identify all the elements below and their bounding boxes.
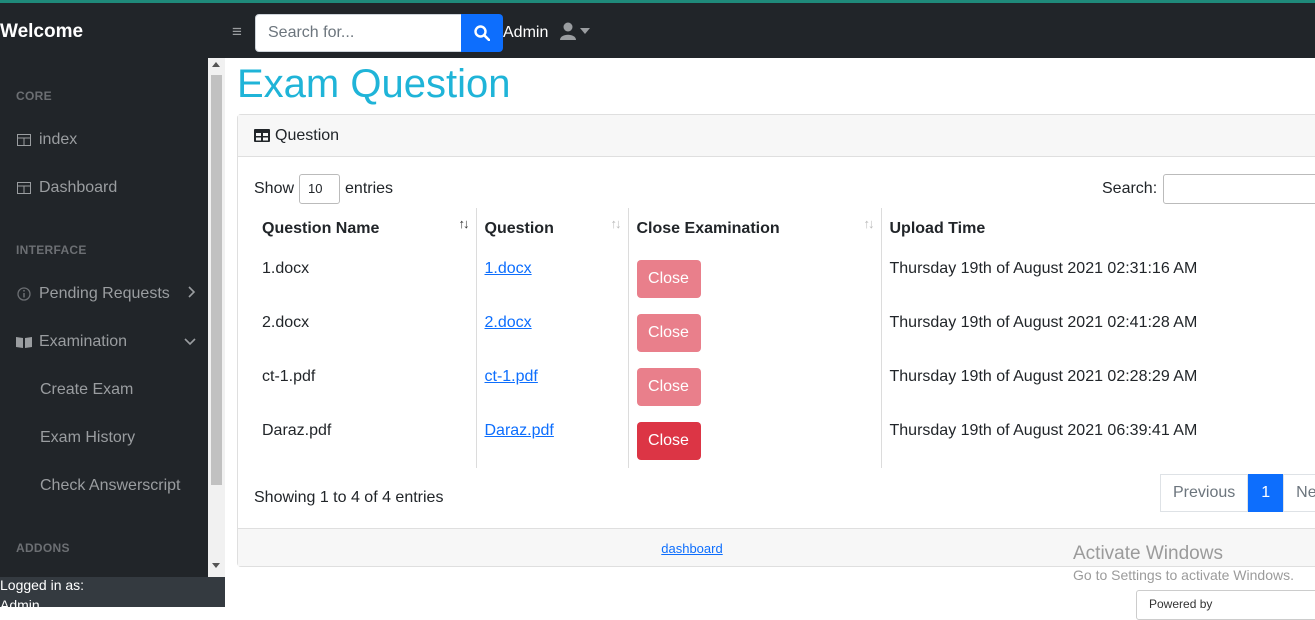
sidebar-item-label: Examination xyxy=(39,333,128,350)
scroll-down-icon[interactable] xyxy=(212,563,220,568)
question-name-cell: ct-1.pdf xyxy=(262,368,316,385)
watermark-title: Activate Windows xyxy=(1073,543,1223,564)
sidebar-item-label: Pending Requests xyxy=(39,285,170,302)
table-row: 1.docx 1.docx Close Thursday 19th of Aug… xyxy=(254,252,1315,306)
chevron-down-icon xyxy=(184,333,196,351)
sidebar-toggle-icon[interactable]: ≡ xyxy=(232,22,242,42)
search-button[interactable] xyxy=(461,14,503,52)
main-content: Exam Question Question Show 10 entries S… xyxy=(225,58,1315,607)
table-icon xyxy=(16,180,32,196)
user-dropdown[interactable] xyxy=(560,22,590,40)
book-open-icon xyxy=(16,334,32,350)
powered-by-label: Powered by xyxy=(1149,597,1213,611)
sidebar-heading-interface: INTERFACE xyxy=(16,243,87,257)
close-exam-button[interactable]: Close xyxy=(636,260,701,298)
activate-windows-watermark: Activate Windows Go to Settings to activ… xyxy=(1073,543,1294,583)
entries-label: entries xyxy=(345,180,394,197)
column-header-question[interactable]: Question ↑↓ xyxy=(475,208,628,252)
top-navbar: Welcome ≡ Search for... Admin xyxy=(0,0,1315,58)
table-search-label: Search: xyxy=(1102,180,1158,197)
sidebar-item-label: Dashboard xyxy=(39,179,118,196)
admin-label: Admin xyxy=(503,24,549,41)
card-header: Question xyxy=(238,115,1315,157)
question-name-cell: 2.docx xyxy=(262,314,310,331)
chevron-right-icon xyxy=(188,285,196,303)
sidebar-heading-addons: ADDONS xyxy=(16,541,70,555)
table-search-control: Search: xyxy=(1102,174,1315,204)
info-circle-icon xyxy=(16,286,32,302)
scroll-thumb[interactable] xyxy=(211,75,222,485)
powered-by-badge[interactable]: Powered by xyxy=(1136,590,1315,620)
pagination-page-1[interactable]: 1 xyxy=(1248,474,1284,512)
upload-time-cell: Thursday 19th of August 2021 06:39:41 AM xyxy=(880,414,1315,468)
close-exam-button[interactable]: Close xyxy=(636,368,701,406)
question-table: Question Name ↑↓ Question ↑↓ Close Examina… xyxy=(254,208,1315,468)
pagination-previous[interactable]: Previous xyxy=(1160,474,1249,512)
brand-title[interactable]: Welcome xyxy=(0,21,83,43)
question-file-link[interactable]: 2.docx xyxy=(485,314,532,331)
sidebar-footer: Logged in as: Admin xyxy=(0,577,225,607)
sort-asc-icon: ↑↓ xyxy=(458,216,470,231)
column-header-upload-time[interactable]: Upload Time xyxy=(880,208,1315,252)
sidebar-item-examination[interactable]: Examination xyxy=(16,330,196,354)
card-header-title: Question xyxy=(275,126,340,144)
sort-icon: ↑↓ xyxy=(863,216,875,231)
question-name-cell: 1.docx xyxy=(262,260,310,277)
table-icon xyxy=(16,132,32,148)
sidebar-subitem-create-exam[interactable]: Create Exam xyxy=(40,381,133,399)
sidebar-heading-core: CORE xyxy=(16,89,52,103)
question-file-link[interactable]: 1.docx xyxy=(485,260,532,277)
pagination: Previous 1 Nex xyxy=(1160,474,1315,512)
upload-time-cell: Thursday 19th of August 2021 02:28:29 AM xyxy=(880,360,1315,414)
logged-in-label: Logged in as: xyxy=(0,577,85,593)
table-row: Daraz.pdf Daraz.pdf Close Thursday 19th … xyxy=(254,414,1315,468)
close-exam-button[interactable]: Close xyxy=(636,422,701,460)
sidebar-item-label: index xyxy=(39,131,78,148)
show-label: Show xyxy=(254,180,295,197)
pagination-next[interactable]: Nex xyxy=(1283,474,1315,512)
table-row: 2.docx 2.docx Close Thursday 19th of Aug… xyxy=(254,306,1315,360)
entries-length-control: Show 10 entries xyxy=(254,174,393,204)
question-name-cell: Daraz.pdf xyxy=(262,422,332,439)
question-file-link[interactable]: ct-1.pdf xyxy=(485,368,538,385)
close-exam-button[interactable]: Close xyxy=(636,314,701,352)
page-title: Exam Question xyxy=(237,62,511,106)
sidebar-scrollbar[interactable] xyxy=(208,58,225,577)
caret-down-icon xyxy=(580,28,590,34)
dashboard-link[interactable]: dashboard xyxy=(661,541,722,556)
upload-time-cell: Thursday 19th of August 2021 02:41:28 AM xyxy=(880,306,1315,360)
scroll-up-icon[interactable] xyxy=(212,62,220,67)
sidebar: CORE index Dashboard INTERFACE Pending R… xyxy=(0,58,225,607)
upload-time-cell: Thursday 19th of August 2021 02:31:16 AM xyxy=(880,252,1315,306)
search-input[interactable]: Search for... xyxy=(255,14,462,52)
table-info: Showing 1 to 4 of 4 entries xyxy=(254,489,444,506)
sidebar-item-index[interactable]: index xyxy=(16,128,196,152)
sidebar-item-pending-requests[interactable]: Pending Requests xyxy=(16,282,196,306)
sort-icon: ↑↓ xyxy=(610,216,622,231)
table-icon xyxy=(254,129,270,142)
table-search-input[interactable] xyxy=(1163,174,1315,204)
search-icon xyxy=(474,25,490,41)
sidebar-item-dashboard[interactable]: Dashboard xyxy=(16,176,196,200)
logged-in-user: Admin xyxy=(0,597,40,607)
question-file-link[interactable]: Daraz.pdf xyxy=(485,422,554,439)
column-header-question-name[interactable]: Question Name ↑↓ xyxy=(254,208,476,252)
watermark-subtitle: Go to Settings to activate Windows. xyxy=(1073,567,1294,583)
entries-length-select[interactable]: 10 xyxy=(299,174,341,204)
sidebar-subitem-exam-history[interactable]: Exam History xyxy=(40,429,135,447)
sidebar-subitem-check-answerscript[interactable]: Check Answerscript xyxy=(40,477,181,495)
question-card: Question Show 10 entries Search: Questio… xyxy=(237,114,1315,567)
column-header-close-examination[interactable]: Close Examination ↑↓ xyxy=(627,208,881,252)
table-row: ct-1.pdf ct-1.pdf Close Thursday 19th of… xyxy=(254,360,1315,414)
user-icon xyxy=(560,22,576,40)
